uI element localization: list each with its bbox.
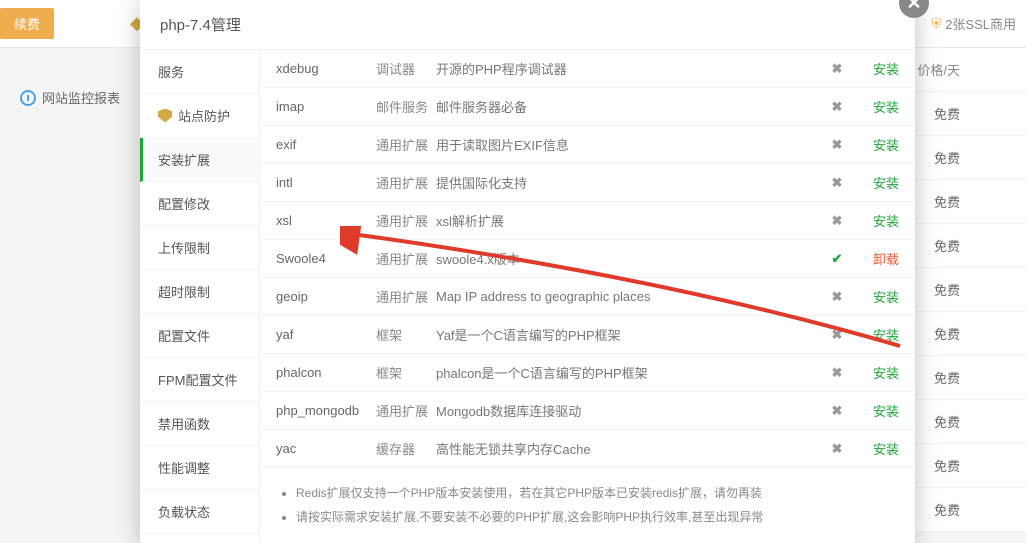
- extension-row: intl通用扩展提供国际化支持✖ 安装: [260, 164, 915, 202]
- sidebar-item-timeout[interactable]: 超时限制: [140, 270, 259, 314]
- ext-name: yaf: [276, 327, 376, 342]
- extension-row: exif通用扩展用于读取图片EXIF信息✖ 安装: [260, 126, 915, 164]
- sidebar-item-label: FPM配置文件: [158, 370, 237, 389]
- ext-name: geoip: [276, 289, 376, 304]
- sidebar-item-label: 性能调整: [158, 458, 210, 477]
- extension-row: xsl通用扩展xsl解析扩展✖ 安装: [260, 202, 915, 240]
- ext-status-icon: ✖: [823, 289, 851, 305]
- ext-name: phalcon: [276, 365, 376, 380]
- ext-name: yac: [276, 441, 376, 456]
- ext-name: xdebug: [276, 61, 376, 76]
- ext-name: php_mongodb: [276, 403, 376, 418]
- ext-type: 框架: [376, 325, 436, 344]
- ext-type: 通用扩展: [376, 401, 436, 420]
- note-item: 请按实际需求安装扩展,不要安装不必要的PHP扩展,这会影响PHP执行效率,甚至出…: [296, 505, 897, 529]
- ext-desc: 开源的PHP程序调试器: [436, 59, 823, 78]
- extension-row: sg11脚本加密php代码混淆加密✖安装: [260, 468, 915, 471]
- sidebar-item-waf[interactable]: 站点防护: [140, 94, 259, 138]
- ext-action-link[interactable]: 安装: [873, 214, 899, 229]
- sidebar-item-label: 安装扩展: [158, 150, 210, 169]
- sidebar-item-label: 上传限制: [158, 238, 210, 257]
- ext-type: 缓存器: [376, 439, 436, 458]
- ext-type: 通用扩展: [376, 135, 436, 154]
- sidebar-item-config[interactable]: 配置修改: [140, 182, 259, 226]
- shield-icon: [158, 109, 172, 123]
- ext-desc: Mongodb数据库连接驱动: [436, 401, 823, 420]
- ext-status-icon: ✖: [823, 213, 851, 229]
- ext-status-icon: ✖: [823, 403, 851, 419]
- ext-status-icon: ✖: [823, 327, 851, 343]
- ext-status-icon: ✖: [823, 365, 851, 381]
- ext-desc: xsl解析扩展: [436, 211, 823, 230]
- ext-type: 框架: [376, 363, 436, 382]
- extension-row: phalcon框架phalcon是一个C语言编写的PHP框架✖ 安装: [260, 354, 915, 392]
- ext-action-link[interactable]: 安装: [873, 100, 899, 115]
- ext-status-icon: ✖: [823, 175, 851, 191]
- extension-row: yaf框架Yaf是一个C语言编写的PHP框架✖ 安装: [260, 316, 915, 354]
- sidebar-item-disabled[interactable]: 禁用函数: [140, 402, 259, 446]
- ext-action-link[interactable]: 安装: [873, 176, 899, 191]
- ext-desc: Map IP address to geographic places: [436, 289, 823, 304]
- close-icon: ✕: [906, 0, 921, 14]
- ext-action-link[interactable]: 卸载: [873, 252, 899, 267]
- sidebar-item-load[interactable]: 负载状态: [140, 490, 259, 534]
- extension-row: yac缓存器高性能无锁共享内存Cache✖ 安装: [260, 430, 915, 468]
- ext-desc: 用于读取图片EXIF信息: [436, 135, 823, 154]
- extension-row: xdebug调试器开源的PHP程序调试器✖ 安装: [260, 50, 915, 88]
- ext-desc: 邮件服务器必备: [436, 97, 823, 116]
- sidebar-item-session[interactable]: Session配置: [140, 534, 259, 543]
- ext-type: 通用扩展: [376, 173, 436, 192]
- ext-type: 通用扩展: [376, 287, 436, 306]
- ext-action-link[interactable]: 安装: [873, 62, 899, 77]
- ext-name: exif: [276, 137, 376, 152]
- extension-row: php_mongodb通用扩展Mongodb数据库连接驱动✖ 安装: [260, 392, 915, 430]
- ext-action-link[interactable]: 安装: [873, 290, 899, 305]
- ext-status-icon: ✔: [823, 251, 851, 267]
- ext-desc: 高性能无锁共享内存Cache: [436, 439, 823, 458]
- sidebar-item-conf-file[interactable]: 配置文件: [140, 314, 259, 358]
- php-manage-dialog: ✕ php-7.4管理 服务站点防护安装扩展配置修改上传限制超时限制配置文件FP…: [140, 0, 915, 543]
- ext-status-icon: ✖: [823, 61, 851, 77]
- sidebar-item-label: 配置修改: [158, 194, 210, 213]
- ext-desc: phalcon是一个C语言编写的PHP框架: [436, 363, 823, 382]
- note-item: Redis扩展仅支持一个PHP版本安装使用，若在其它PHP版本已安装redis扩…: [296, 481, 897, 505]
- extension-row: Swoole4通用扩展swoole4.x版本✔ 卸载: [260, 240, 915, 278]
- sidebar-item-label: 服务: [158, 62, 184, 81]
- sidebar-item-upload[interactable]: 上传限制: [140, 226, 259, 270]
- ext-type: 调试器: [376, 59, 436, 78]
- ext-action-link[interactable]: 安装: [873, 328, 899, 343]
- ext-action-link[interactable]: 安装: [873, 366, 899, 381]
- ext-status-icon: ✖: [823, 137, 851, 153]
- ext-action-link[interactable]: 安装: [873, 404, 899, 419]
- ext-type: 通用扩展: [376, 211, 436, 230]
- dialog-sidebar: 服务站点防护安装扩展配置修改上传限制超时限制配置文件 FPM配置文件禁用函数性能调…: [140, 50, 260, 543]
- ext-desc: swoole4.x版本: [436, 249, 823, 268]
- ext-name: Swoole4: [276, 251, 376, 266]
- sidebar-item-label: 负载状态: [158, 502, 210, 521]
- sidebar-item-fpm-conf[interactable]: FPM配置文件: [140, 358, 259, 402]
- ext-type: 邮件服务: [376, 97, 436, 116]
- ext-name: intl: [276, 175, 376, 190]
- ext-type: 通用扩展: [376, 249, 436, 268]
- sidebar-item-label: 配置文件: [158, 326, 210, 345]
- extension-list[interactable]: xdebug调试器开源的PHP程序调试器✖安装imap邮件服务邮件服务器必备✖安…: [260, 50, 915, 471]
- extension-row: imap邮件服务邮件服务器必备✖ 安装: [260, 88, 915, 126]
- ext-name: imap: [276, 99, 376, 114]
- ext-desc: Yaf是一个C语言编写的PHP框架: [436, 325, 823, 344]
- ext-name: xsl: [276, 213, 376, 228]
- ext-status-icon: ✖: [823, 99, 851, 115]
- notes-list: Redis扩展仅支持一个PHP版本安装使用，若在其它PHP版本已安装redis扩…: [260, 471, 915, 543]
- extension-row: geoip通用扩展Map IP address to geographic pl…: [260, 278, 915, 316]
- ext-desc: 提供国际化支持: [436, 173, 823, 192]
- sidebar-item-label: 禁用函数: [158, 414, 210, 433]
- dialog-title: php-7.4管理: [140, 0, 915, 50]
- ext-action-link[interactable]: 安装: [873, 442, 899, 457]
- sidebar-item-label: 站点防护: [178, 106, 230, 125]
- sidebar-item-service[interactable]: 服务: [140, 50, 259, 94]
- ext-status-icon: ✖: [823, 441, 851, 457]
- sidebar-item-label: 超时限制: [158, 282, 210, 301]
- ext-action-link[interactable]: 安装: [873, 138, 899, 153]
- sidebar-item-install[interactable]: 安装扩展: [140, 138, 259, 182]
- sidebar-item-perf[interactable]: 性能调整: [140, 446, 259, 490]
